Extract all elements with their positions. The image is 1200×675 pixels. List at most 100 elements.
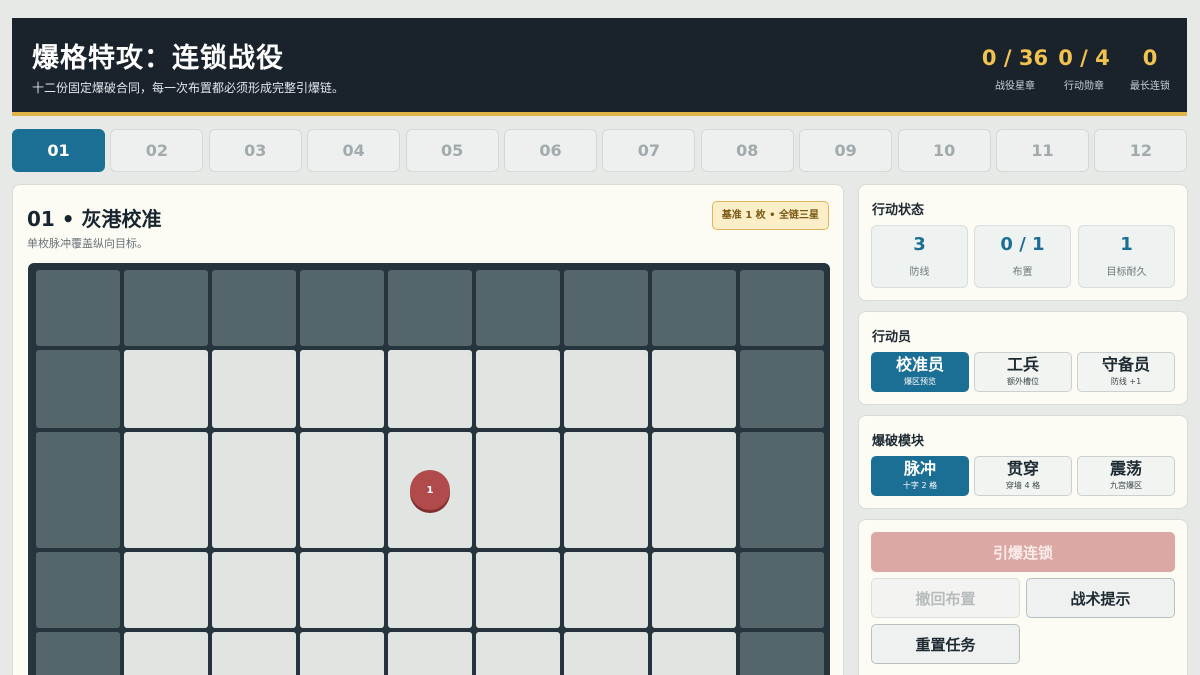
board-wall-cell (740, 432, 824, 548)
stat-value: 0 (1142, 46, 1158, 70)
option-name: 脉冲 (903, 459, 936, 478)
stat-label: 最长连锁 (1130, 81, 1170, 92)
option-sub: 九宫爆区 (1110, 480, 1142, 490)
option-name: 校准员 (895, 355, 944, 374)
board-floor-cell[interactable] (652, 552, 736, 628)
board-floor-cell[interactable] (124, 350, 208, 428)
target-marker[interactable]: 1 (410, 470, 450, 510)
board-floor-cell[interactable] (388, 632, 472, 675)
board-floor-cell[interactable] (476, 552, 560, 628)
board-wall-cell (212, 270, 296, 346)
board-wall-cell (740, 552, 824, 628)
board-wall-cell (36, 270, 120, 346)
stat-label: 战役星章 (995, 81, 1035, 92)
board-floor-cell[interactable] (300, 632, 384, 675)
board-wall-cell (300, 270, 384, 346)
board-floor-cell[interactable] (124, 632, 208, 675)
status-value: 3 (913, 234, 926, 255)
operator-guard-button[interactable]: 守备员 防线 +1 (1077, 352, 1175, 392)
board-floor-cell[interactable] (212, 350, 296, 428)
board-floor-cell[interactable] (212, 632, 296, 675)
tab-mission-01[interactable]: 01 (12, 129, 105, 172)
option-sub: 额外槽位 (1007, 376, 1039, 386)
board-wall-cell (740, 350, 824, 428)
status-panel-title: 行动状态 (872, 203, 925, 218)
tab-mission-06[interactable]: 06 (504, 129, 597, 172)
board-floor-cell[interactable] (212, 552, 296, 628)
module-pulse-button[interactable]: 脉冲 十字 2 格 (871, 456, 969, 496)
mission-panel: 01 • 灰港校准 单枚脉冲覆盖纵向目标。 基准 1 枚 • 全链三星 1 (12, 184, 844, 675)
detonate-chain-button[interactable]: 引爆连锁 (871, 532, 1175, 572)
game-board[interactable]: 1 (28, 263, 830, 675)
tab-mission-08[interactable]: 08 (700, 129, 794, 172)
status-label: 布置 (1012, 266, 1033, 278)
operator-engineer-button[interactable]: 工兵 额外槽位 (974, 352, 1072, 392)
board-floor-cell[interactable] (124, 552, 208, 628)
option-sub: 十字 2 格 (902, 480, 938, 490)
board-floor-cell[interactable] (300, 432, 384, 548)
option-sub: 穿墙 4 格 (1005, 480, 1041, 490)
board-wall-cell (36, 632, 120, 675)
board-floor-cell[interactable] (652, 632, 736, 675)
board-floor-cell[interactable] (476, 432, 560, 548)
tab-mission-07[interactable]: 07 (602, 129, 696, 172)
module-shockwave-button[interactable]: 震荡 九宫爆区 (1077, 456, 1175, 496)
status-label: 目标耐久 (1106, 266, 1147, 278)
status-value: 1 (1120, 234, 1133, 255)
operator-calibrator-button[interactable]: 校准员 爆区预览 (871, 352, 969, 392)
status-placement: 0 / 1 布置 (974, 225, 1071, 288)
tab-mission-09[interactable]: 09 (799, 129, 893, 172)
board-wall-cell (36, 552, 120, 628)
board-floor-cell[interactable] (212, 432, 296, 548)
status-target-durability: 1 目标耐久 (1078, 225, 1175, 288)
benchmark-badge: 基准 1 枚 • 全链三星 (711, 201, 829, 230)
header-bar: 爆格特攻：连锁战役 十二份固定爆破合同，每一次布置都必须形成完整引爆链。 0 /… (12, 18, 1187, 116)
option-name: 工兵 (1006, 355, 1039, 374)
option-name: 守备员 (1101, 355, 1150, 374)
board-floor-cell[interactable] (300, 350, 384, 428)
option-sub: 爆区预览 (904, 376, 936, 386)
option-sub: 防线 +1 (1110, 376, 1142, 386)
tab-mission-10[interactable]: 10 (897, 129, 991, 172)
board-wall-cell (124, 270, 208, 346)
tab-mission-11[interactable]: 11 (996, 129, 1089, 172)
board-floor-cell[interactable] (388, 552, 472, 628)
board-floor-cell[interactable] (564, 350, 648, 428)
board-floor-cell[interactable] (476, 350, 560, 428)
reset-mission-button[interactable]: 重置任务 (871, 624, 1020, 664)
tab-mission-02[interactable]: 02 (110, 129, 204, 172)
tactical-hint-button[interactable]: 战术提示 (1026, 578, 1175, 618)
board-wall-cell (476, 270, 560, 346)
board-floor-cell[interactable] (300, 552, 384, 628)
operators-panel: 行动员 校准员 爆区预览 工兵 额外槽位 守备员 防线 +1 (858, 311, 1188, 405)
board-floor-cell[interactable] (124, 432, 208, 548)
board-floor-cell[interactable] (564, 432, 648, 548)
stat-longest-chain: 0 最长连锁 (1120, 46, 1180, 93)
board-wall-cell (36, 432, 120, 548)
board-floor-cell[interactable] (564, 552, 648, 628)
tab-mission-12[interactable]: 12 (1094, 129, 1188, 172)
board-floor-cell[interactable] (564, 632, 648, 675)
board-wall-cell (740, 270, 824, 346)
actions-panel: 引爆连锁 撤回布置 战术提示 重置任务 (858, 519, 1188, 675)
board-wall-cell (388, 270, 472, 346)
board-floor-cell[interactable] (388, 350, 472, 428)
page-subtitle: 十二份固定爆破合同，每一次布置都必须形成完整引爆链。 (32, 81, 345, 95)
tab-mission-05[interactable]: 05 (405, 129, 499, 172)
tab-mission-03[interactable]: 03 (208, 129, 302, 172)
undo-placement-button[interactable]: 撤回布置 (871, 578, 1020, 618)
board-wall-cell (740, 632, 824, 675)
module-pierce-button[interactable]: 贯穿 穿墙 4 格 (974, 456, 1072, 496)
board-wall-cell (564, 270, 648, 346)
page-title: 爆格特攻：连锁战役 (32, 43, 284, 74)
board-floor-cell[interactable] (476, 632, 560, 675)
tab-mission-04[interactable]: 04 (307, 129, 401, 172)
status-value: 0 / 1 (1000, 234, 1045, 255)
board-floor-cell[interactable] (652, 350, 736, 428)
board-wall-cell (36, 350, 120, 428)
modules-panel: 爆破模块 脉冲 十字 2 格 贯穿 穿墙 4 格 震荡 九宫爆区 (858, 415, 1188, 509)
board-floor-cell[interactable] (652, 432, 736, 548)
mission-tabs: 01 02 03 04 05 06 07 08 09 10 11 12 (12, 129, 1188, 172)
mission-description: 单枚脉冲覆盖纵向目标。 (27, 237, 148, 250)
modules-panel-title: 爆破模块 (872, 434, 925, 449)
